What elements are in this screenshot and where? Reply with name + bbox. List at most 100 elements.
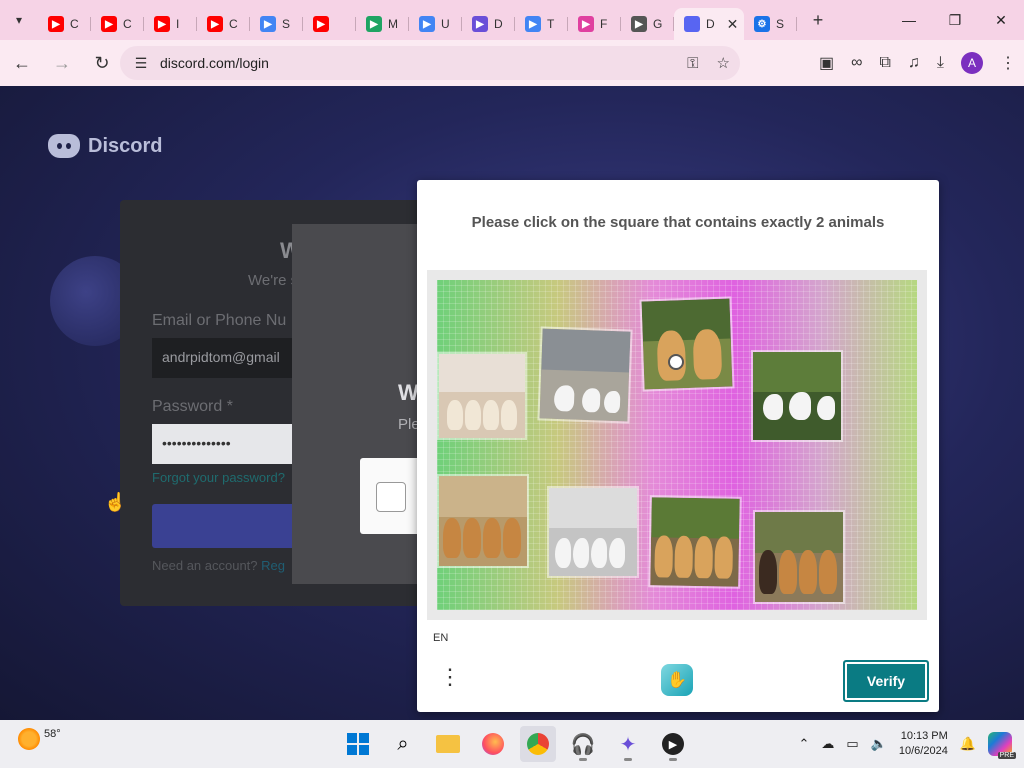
tab-discord[interactable]: D ✕ bbox=[674, 8, 744, 40]
tab-label: G bbox=[653, 17, 663, 31]
tab-label: F bbox=[600, 17, 608, 31]
volume-icon[interactable]: 🔈 bbox=[871, 736, 887, 752]
tab-8[interactable]: ▶ D bbox=[462, 8, 515, 40]
windows-logo-icon bbox=[347, 733, 369, 755]
tab-3[interactable]: ▶ C bbox=[197, 8, 250, 40]
captcha-image[interactable] bbox=[437, 280, 917, 610]
copilot-badge: PRE bbox=[997, 752, 1016, 759]
minimize-icon[interactable]: — bbox=[886, 0, 932, 40]
tab-0[interactable]: ▶ C bbox=[38, 8, 91, 40]
language-selector[interactable]: EN bbox=[433, 632, 448, 644]
chevron-down-icon: ▾ bbox=[15, 13, 23, 27]
weather-widget[interactable]: 58° bbox=[18, 728, 61, 750]
photo-golden-puppies[interactable] bbox=[648, 495, 742, 589]
tab-label: S bbox=[776, 17, 785, 31]
close-window-icon[interactable]: ✕ bbox=[978, 0, 1024, 40]
hcaptcha-logo-icon: ✋ bbox=[661, 664, 693, 696]
photo-white-puppies[interactable] bbox=[437, 352, 527, 440]
address-bar[interactable]: ☰ discord.com/login ⚿ ☆ bbox=[120, 46, 740, 80]
youtube-icon: ▶ bbox=[207, 16, 223, 32]
media-player-button[interactable]: ▶ bbox=[655, 726, 691, 762]
tab-search-button[interactable]: ▾ bbox=[0, 0, 38, 40]
system-tray: ⌃ ☁ ▭ 🔈 10:13 PM 10/6/2024 🔔 PRE bbox=[798, 720, 1024, 768]
animal-puppy bbox=[443, 518, 461, 558]
new-tab-button[interactable]: + bbox=[801, 10, 835, 31]
forward-button[interactable]: → bbox=[44, 45, 80, 81]
download-icon[interactable]: ⤓ bbox=[937, 54, 944, 72]
tab-6[interactable]: ▶ M bbox=[356, 8, 409, 40]
hcaptcha-checkbox[interactable] bbox=[376, 482, 406, 512]
animal-puppy bbox=[799, 550, 817, 594]
password-key-icon[interactable]: ⚿ bbox=[687, 55, 698, 72]
tab-10[interactable]: ▶ F bbox=[568, 8, 621, 40]
tab-settings[interactable]: ⚙ S bbox=[744, 8, 797, 40]
clock-time: 10:13 PM bbox=[900, 730, 948, 742]
menu-kebab-icon[interactable]: ⋮ bbox=[1000, 53, 1016, 73]
screenshot-icon[interactable]: ▣ bbox=[819, 53, 834, 73]
verify-button[interactable]: Verify bbox=[843, 660, 929, 702]
start-button[interactable] bbox=[340, 726, 376, 762]
animal-puppy bbox=[714, 536, 734, 579]
infinity-extension-icon[interactable]: ∞ bbox=[851, 54, 862, 72]
tab-5[interactable]: ▶ bbox=[303, 8, 356, 40]
toolbar-icons: ▣ ∞ ⧉ ♫ ⤓ A ⋮ bbox=[819, 40, 1016, 86]
photo-mixed-puppies[interactable] bbox=[753, 510, 845, 604]
photo-brown-puppies[interactable] bbox=[437, 474, 529, 568]
tray-chevron-up-icon[interactable]: ⌃ bbox=[798, 736, 809, 752]
captcha-menu-icon[interactable]: ⋮ bbox=[439, 666, 461, 688]
google-drive-icon: ▶ bbox=[366, 16, 382, 32]
animal-seagull bbox=[553, 384, 575, 412]
extensions-puzzle-icon[interactable]: ⧉ bbox=[879, 54, 890, 72]
headset-app-button[interactable]: 🎧 bbox=[565, 726, 601, 762]
back-button[interactable]: ← bbox=[4, 45, 40, 81]
site-info-icon[interactable]: ☰ bbox=[126, 55, 156, 72]
tab-strip: ▾ ▶ C ▶ C ▶ I ▶ C ▶ S ▶ ▶ M ▶ U ▶ D ▶ T ▶ F ▶ G D ✕ ⚙ S + — ❐ … bbox=[0, 0, 1024, 40]
tab-label: C bbox=[70, 17, 79, 31]
search-button[interactable]: ⌕ bbox=[385, 726, 421, 762]
tab-7[interactable]: ▶ U bbox=[409, 8, 462, 40]
close-tab-icon[interactable]: ✕ bbox=[727, 16, 739, 33]
weather-temperature: 58° bbox=[44, 728, 61, 740]
tab-label: T bbox=[547, 17, 555, 31]
restore-icon[interactable]: ❐ bbox=[932, 0, 978, 40]
profile-avatar[interactable]: A bbox=[961, 52, 983, 74]
google-icon: ▶ bbox=[525, 16, 541, 32]
photo-background bbox=[439, 476, 527, 521]
folder-icon bbox=[436, 735, 460, 753]
clock[interactable]: 10:13 PM 10/6/2024 bbox=[899, 729, 948, 759]
cloud-offline-icon[interactable]: ☁ bbox=[821, 736, 834, 752]
media-control-icon[interactable]: ♫ bbox=[908, 54, 920, 72]
tab-4[interactable]: ▶ S bbox=[250, 8, 303, 40]
bookmark-star-icon[interactable]: ☆ bbox=[717, 54, 730, 72]
chrome-button[interactable] bbox=[520, 726, 556, 762]
tab-2[interactable]: ▶ I bbox=[144, 8, 197, 40]
register-link[interactable]: Reg bbox=[261, 558, 285, 573]
animal-seagull bbox=[603, 390, 621, 414]
headphones-icon: 🎧 bbox=[570, 733, 596, 756]
dancer-app-button[interactable]: ✦ bbox=[610, 726, 646, 762]
photo-two-puppies[interactable] bbox=[639, 296, 735, 392]
animal-seagull bbox=[609, 538, 625, 568]
photo-seagulls-indoor[interactable] bbox=[547, 486, 639, 578]
photo-seagulls-beach[interactable] bbox=[537, 326, 633, 424]
reload-icon: ↻ bbox=[94, 52, 110, 73]
reload-button[interactable]: ↻ bbox=[84, 45, 120, 81]
copilot-icon[interactable]: PRE bbox=[988, 732, 1016, 759]
tab-1[interactable]: ▶ C bbox=[91, 8, 144, 40]
youtube-icon: ▶ bbox=[154, 16, 170, 32]
firefox-button[interactable] bbox=[475, 726, 511, 762]
display-icon[interactable]: ▭ bbox=[846, 736, 858, 752]
weather-icon bbox=[18, 728, 40, 750]
tab-9[interactable]: ▶ T bbox=[515, 8, 568, 40]
url-text[interactable]: discord.com/login bbox=[160, 55, 269, 71]
animal-puppy bbox=[674, 535, 694, 578]
windows-taskbar: 58° ⌕ 🎧 ✦ ▶ ⌃ ☁ ▭ 🔈 10:13 PM 10/6/2024 🔔… bbox=[0, 720, 1024, 768]
animal-seagull bbox=[581, 387, 601, 413]
forgot-password-link[interactable]: Forgot your password? bbox=[152, 470, 285, 485]
notification-bell-icon[interactable]: 🔔 bbox=[960, 736, 976, 752]
tab-11[interactable]: ▶ G bbox=[621, 8, 674, 40]
discord-login-page: Discord W We're s Email or Phone Nu andr… bbox=[0, 86, 1024, 720]
dancer-icon: ✦ bbox=[619, 733, 637, 756]
photo-seagulls-fence[interactable] bbox=[751, 350, 843, 442]
file-explorer-button[interactable] bbox=[430, 726, 466, 762]
